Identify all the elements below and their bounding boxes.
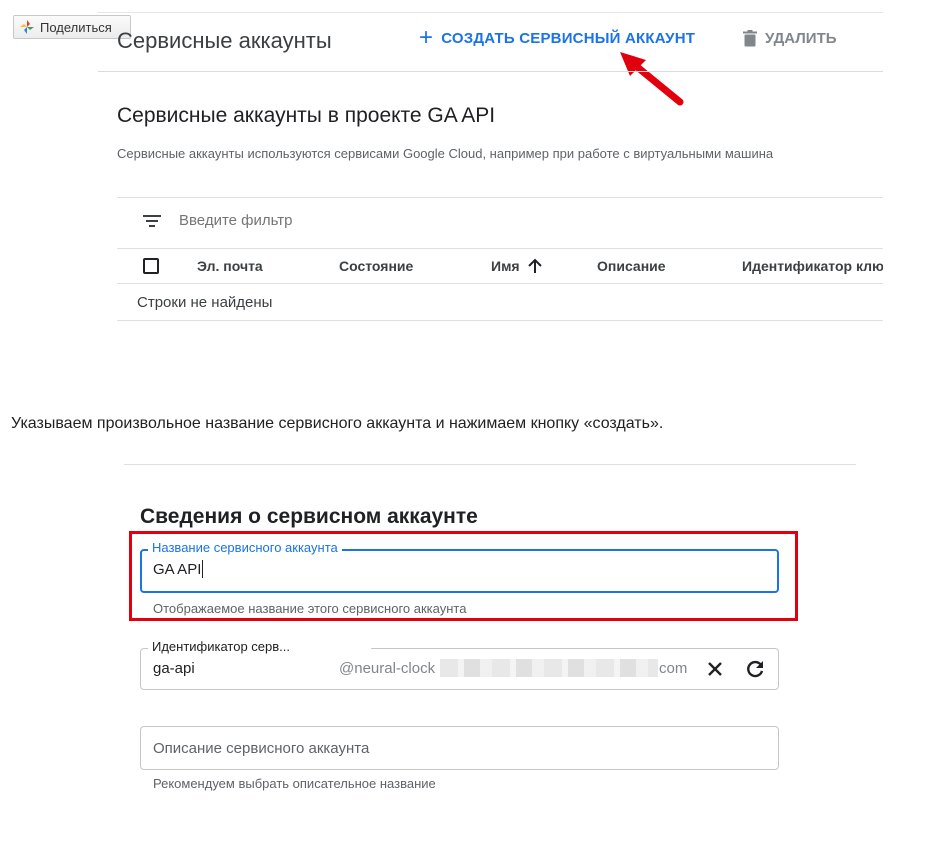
create-service-account-button[interactable]: + СОЗДАТЬ СЕРВИСНЫЙ АККАУНТ — [419, 23, 696, 51]
empty-table-message: Строки не найдены — [137, 294, 273, 311]
description-input[interactable] — [153, 740, 753, 757]
refresh-icon[interactable] — [744, 658, 766, 680]
share-button[interactable]: Поделиться — [13, 15, 131, 39]
close-icon[interactable] — [704, 658, 726, 680]
plus-icon: + — [419, 23, 434, 51]
section-subtitle: Сервисные аккаунты используются сервисам… — [117, 146, 774, 161]
column-header-name-label: Имя — [491, 258, 520, 274]
column-header-status[interactable]: Состояние — [339, 258, 413, 274]
divider — [117, 197, 883, 198]
id-domain-prefix: @neural-clock — [339, 660, 436, 677]
delete-button[interactable]: УДАЛИТЬ — [743, 30, 837, 47]
id-domain-suffix: com — [659, 660, 688, 677]
form-title: Сведения о сервисном аккаунте — [140, 505, 478, 528]
column-header-name[interactable]: Имя — [491, 258, 542, 274]
delete-label: УДАЛИТЬ — [765, 30, 837, 47]
select-all-checkbox[interactable] — [143, 258, 159, 274]
sort-ascending-icon — [527, 258, 542, 273]
column-header-description[interactable]: Описание — [597, 258, 666, 274]
red-arrow-annotation — [620, 52, 684, 106]
column-header-key-id[interactable]: Идентификатор клю — [742, 258, 883, 274]
redacted-domain — [440, 659, 658, 677]
divider — [98, 71, 883, 72]
highlight-box-annotation — [129, 531, 798, 621]
filter-icon[interactable] — [143, 214, 161, 228]
divider — [117, 320, 883, 321]
id-field-label: Идентификатор серв... — [148, 639, 371, 654]
column-header-email[interactable]: Эл. почта — [197, 258, 263, 274]
instruction-paragraph: Указываем произвольное название сервисно… — [11, 415, 664, 432]
share-icon — [20, 20, 34, 34]
section-title: Сервисные аккаунты в проекте GA API — [117, 104, 496, 127]
filter-input[interactable] — [179, 212, 479, 229]
page-title: Сервисные аккаунты — [117, 28, 332, 53]
description-helper-text: Рекомендуем выбрать описательное названи… — [153, 776, 436, 791]
divider — [124, 464, 856, 465]
id-field-value[interactable]: ga-api — [153, 660, 195, 677]
divider — [98, 12, 883, 13]
trash-icon — [743, 30, 757, 47]
share-label: Поделиться — [40, 19, 112, 35]
create-label: СОЗДАТЬ СЕРВИСНЫЙ АККАУНТ — [441, 30, 696, 47]
